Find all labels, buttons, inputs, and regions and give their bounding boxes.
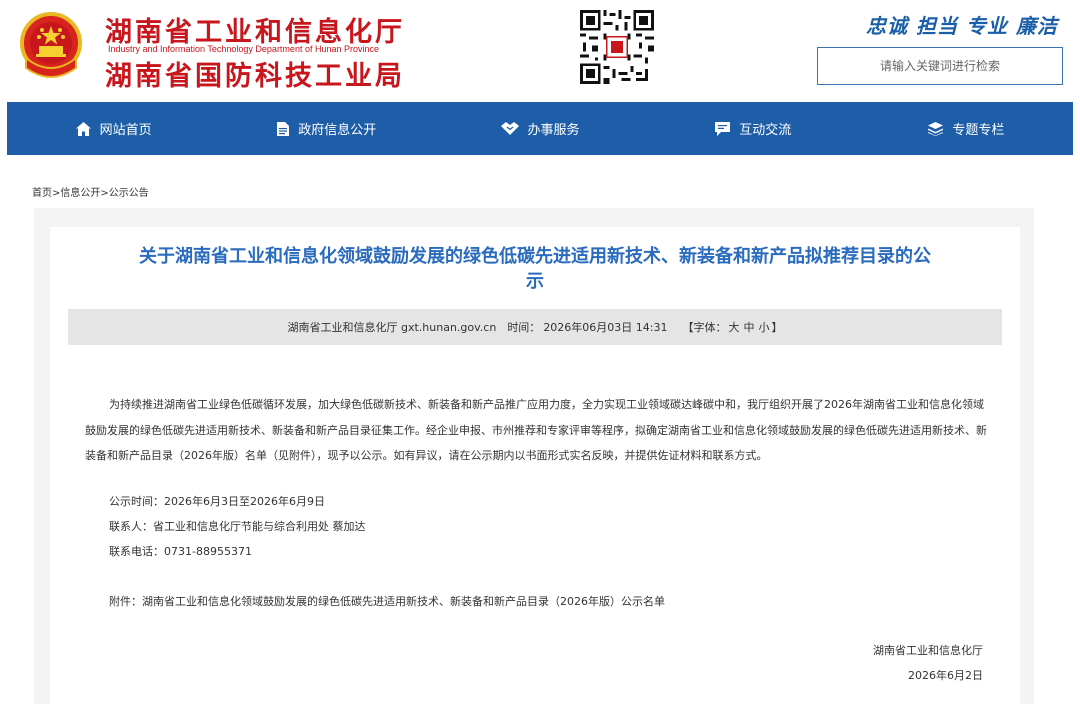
qrcode-icon xyxy=(580,10,654,84)
slogan-word: 廉洁 xyxy=(1016,14,1058,38)
nav-label: 办事服务 xyxy=(527,123,580,138)
slogan: 忠诚 担当 专业 廉洁 xyxy=(858,10,1058,39)
font-size-small-button[interactable]: 小 xyxy=(759,319,770,335)
font-size-large-button[interactable]: 大 xyxy=(729,319,740,335)
breadcrumb-separator: > xyxy=(100,188,109,199)
nav-item-services[interactable]: 办事服务 xyxy=(433,102,646,155)
nav-item-home[interactable]: 网站首页 xyxy=(7,102,220,155)
search-input[interactable] xyxy=(818,48,1062,84)
contact-person: 联系人：省工业和信息化厅节能与综合利用处 蔡加达 xyxy=(109,520,366,533)
slogan-word: 担当 xyxy=(916,14,958,38)
article-title: 关于湖南省工业和信息化领域鼓励发展的绿色低碳先进适用新技术、新装备和新产品拟推荐… xyxy=(62,244,1008,294)
handshake-icon xyxy=(500,122,519,135)
search-box xyxy=(817,47,1063,85)
nav-item-info-disclosure[interactable]: 政府信息公开 xyxy=(220,102,433,155)
font-size-medium-button[interactable]: 中 xyxy=(744,319,755,335)
home-icon xyxy=(75,121,91,136)
org-name-secondary: 湖南省国防科技工业局 xyxy=(105,61,405,92)
publish-time: 2026年06月03日 14:31 xyxy=(543,321,668,334)
layers-icon xyxy=(928,121,944,136)
signature: 湖南省工业和信息化厅 xyxy=(873,644,983,657)
font-size-close: 】 xyxy=(771,321,783,334)
nav-item-interaction[interactable]: 互动交流 xyxy=(647,102,860,155)
site-header: 湖南省工业和信息化厅 Industry and Information Tech… xyxy=(0,0,1080,102)
breadcrumb-notice[interactable]: 公示公告 xyxy=(109,188,149,199)
article-title-line: 示 xyxy=(526,271,544,292)
article-paragraph: 为持续推进湖南省工业绿色低碳循环发展，加大绿色低碳新技术、新装备和新产品推广应用… xyxy=(85,398,987,462)
slogan-word: 忠诚 xyxy=(866,14,908,38)
article-source: 湖南省工业和信息化厅 gxt.hunan.gov.cn xyxy=(287,321,497,334)
article-body: 为持续推进湖南省工业绿色低碳循环发展，加大绿色低碳新技术、新装备和新产品推广应用… xyxy=(85,392,990,469)
signature-date: 2026年6月2日 xyxy=(908,669,983,682)
article-meta: 湖南省工业和信息化厅 gxt.hunan.gov.cn 时间： 2026年06月0… xyxy=(68,309,1002,345)
time-label: 时间： xyxy=(507,321,541,334)
chat-icon xyxy=(715,121,731,136)
breadcrumb-home[interactable]: 首页 xyxy=(32,188,52,199)
article-title-line: 关于湖南省工业和信息化领域鼓励发展的绿色低碳先进适用新技术、新装备和新产品拟推荐… xyxy=(139,246,931,267)
document-icon xyxy=(277,121,290,136)
contact-phone: 联系电话：0731-88955371 xyxy=(109,545,252,558)
nav-label: 专题专栏 xyxy=(952,123,1005,138)
slogan-word: 专业 xyxy=(966,14,1008,38)
breadcrumb-info[interactable]: 信息公开 xyxy=(60,188,100,199)
main-nav: 网站首页 政府信息公开 办事服务 互动交流 专题专栏 xyxy=(7,102,1073,155)
attachment-link[interactable]: 附件：湖南省工业和信息化领域鼓励发展的绿色低碳先进适用新技术、新装备和新产品目录… xyxy=(109,593,665,609)
breadcrumb: 首页>信息公开>公示公告 xyxy=(32,184,149,199)
font-size-open: 【字体： xyxy=(682,321,727,334)
notice-period: 公示时间：2026年6月3日至2026年6月9日 xyxy=(109,495,325,508)
nav-label: 互动交流 xyxy=(739,123,792,138)
org-name-english: Industry and Information Technology Depa… xyxy=(108,44,379,54)
national-emblem-icon xyxy=(20,12,82,78)
nav-label: 政府信息公开 xyxy=(298,123,377,138)
nav-label: 网站首页 xyxy=(99,123,152,138)
nav-item-topics[interactable]: 专题专栏 xyxy=(860,102,1073,155)
